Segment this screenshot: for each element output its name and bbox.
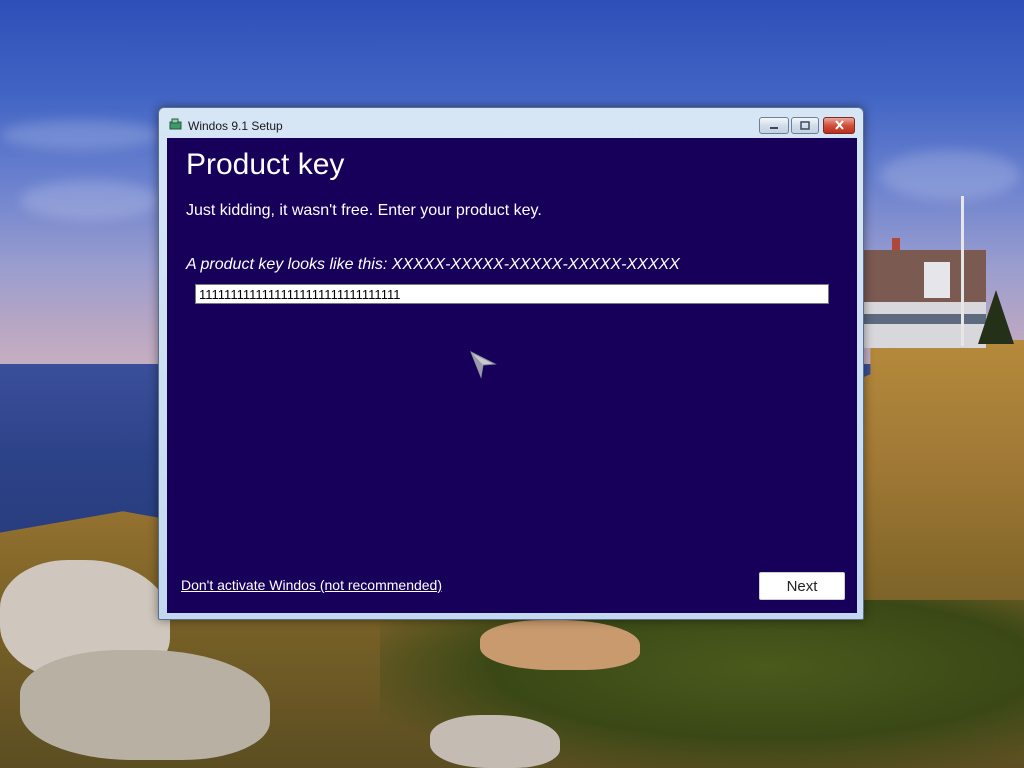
wallpaper-rock xyxy=(480,620,640,670)
mouse-pointer-icon xyxy=(469,350,497,380)
product-key-format-hint: A product key looks like this: XXXXX-XXX… xyxy=(186,256,680,274)
product-key-input[interactable] xyxy=(195,284,829,304)
minimize-button[interactable] xyxy=(759,117,789,134)
page-subtitle: Just kidding, it wasn't free. Enter your… xyxy=(186,202,542,220)
wallpaper-cloud xyxy=(880,150,1020,200)
maximize-button[interactable] xyxy=(791,117,819,134)
wallpaper-cloud xyxy=(20,180,160,220)
title-bar[interactable]: Windos 9.1 Setup xyxy=(159,108,863,136)
setup-icon xyxy=(169,117,182,129)
next-button[interactable]: Next xyxy=(759,572,845,600)
window-title: Windos 9.1 Setup xyxy=(188,119,283,133)
wallpaper-flagpole xyxy=(961,196,964,346)
close-icon xyxy=(834,117,845,135)
setup-content: Product key Just kidding, it wasn't free… xyxy=(167,138,857,613)
maximize-icon xyxy=(800,117,810,135)
wallpaper-rock xyxy=(430,715,560,768)
wallpaper-rock xyxy=(20,650,270,760)
minimize-icon xyxy=(769,117,779,135)
page-title: Product key xyxy=(186,148,344,182)
wallpaper-house xyxy=(862,250,986,350)
wallpaper-cloud xyxy=(0,120,160,150)
close-button[interactable] xyxy=(823,117,855,134)
setup-window: Windos 9.1 Setup Product key Just kiddin… xyxy=(158,107,864,620)
dont-activate-link[interactable]: Don't activate Windos (not recommended) xyxy=(181,577,442,593)
